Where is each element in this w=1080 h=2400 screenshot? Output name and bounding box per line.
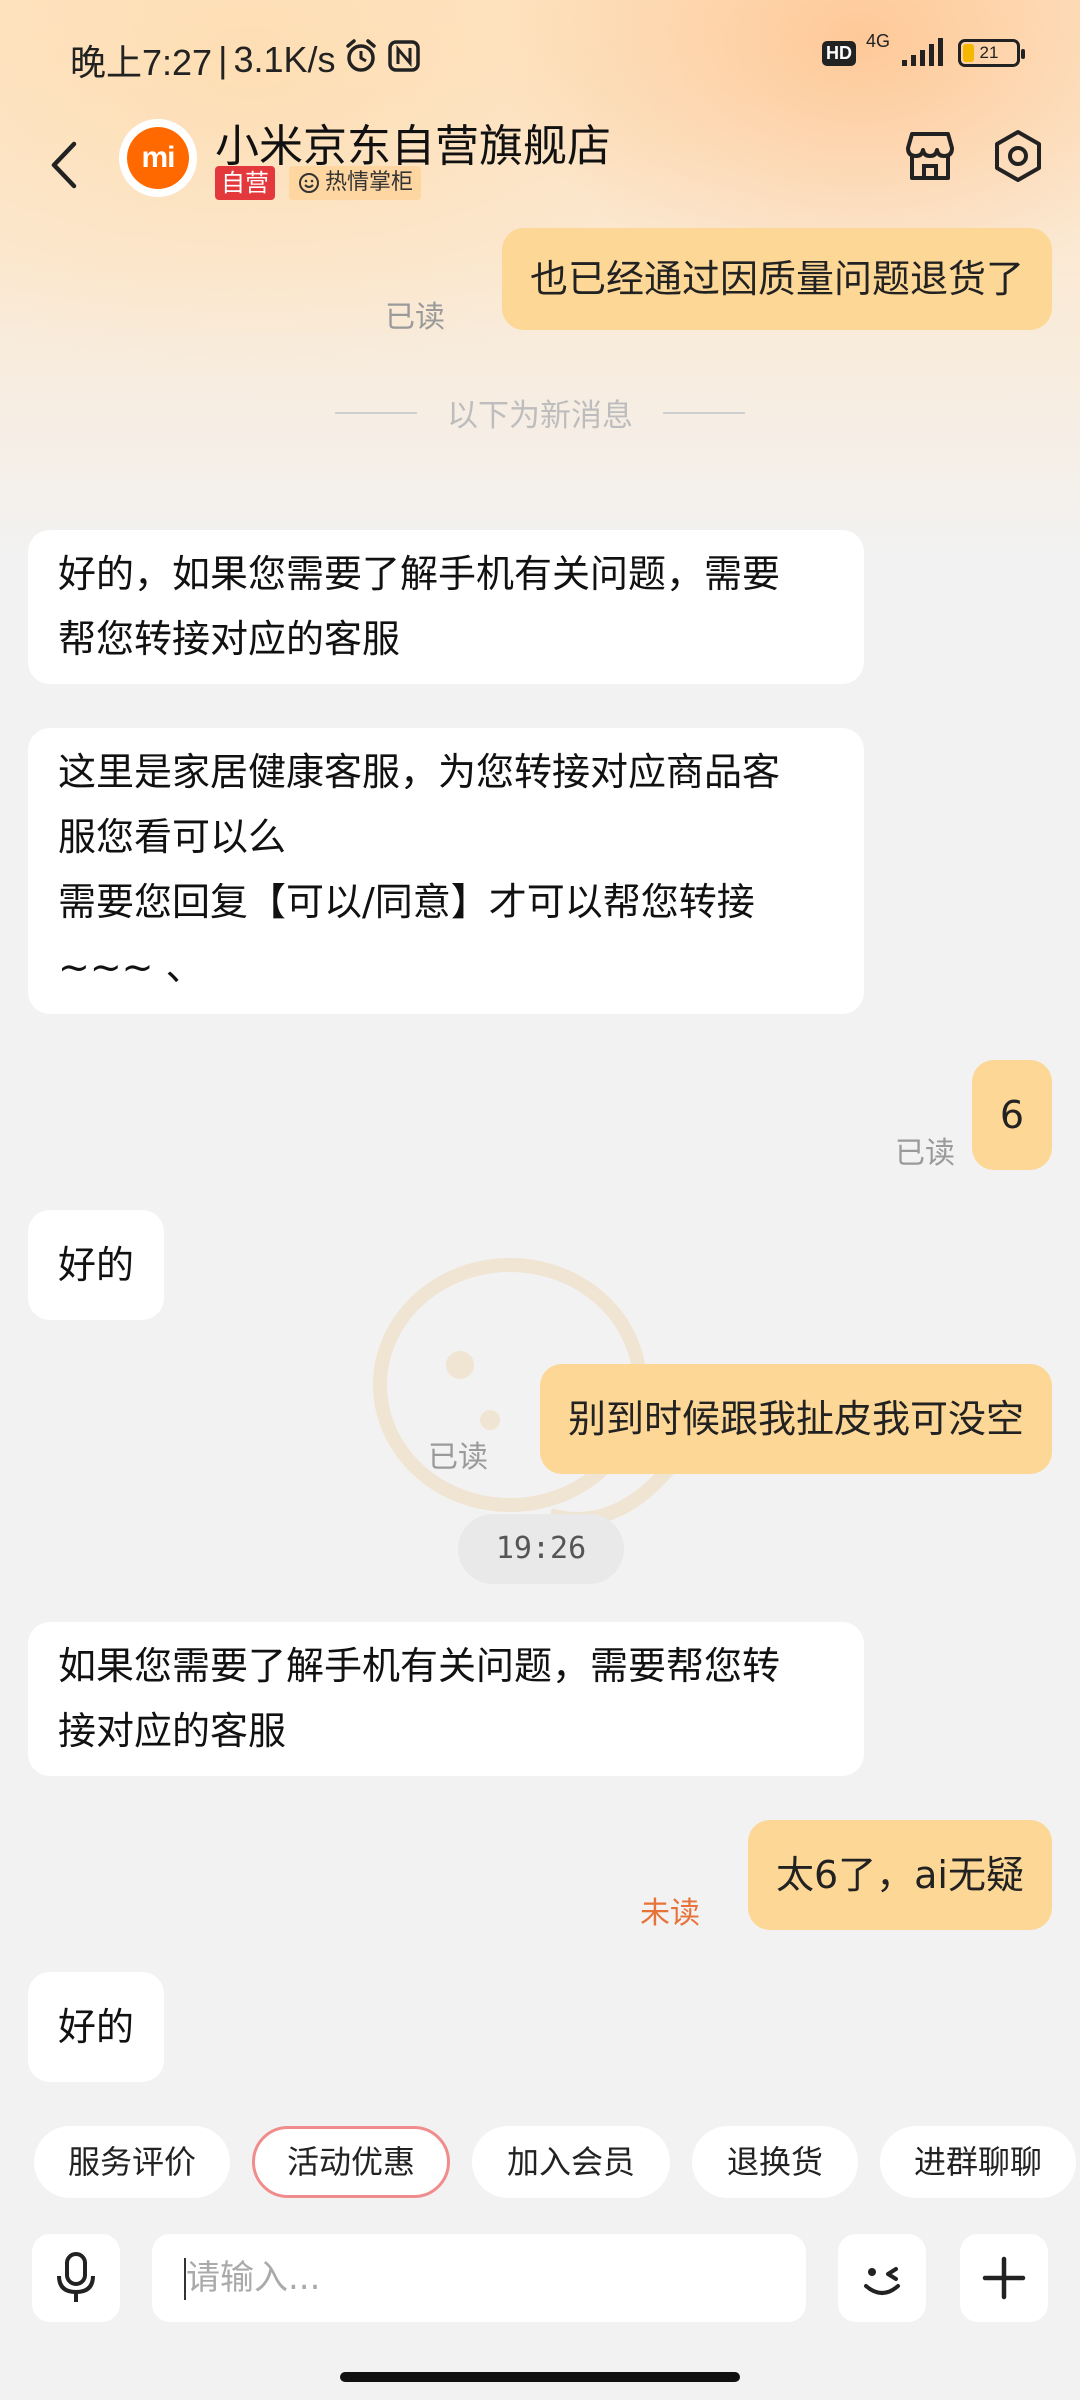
incoming-message[interactable]: 好的 — [28, 1972, 165, 2082]
input-placeholder: 请输入... — [186, 2258, 321, 2298]
emoji-button[interactable] — [838, 2234, 926, 2322]
store-avatar[interactable]: mi — [122, 122, 194, 194]
status-speed: 3.1K/s — [233, 39, 336, 80]
smile-badge-icon — [299, 173, 319, 193]
status-bar: 晚上7:27 | 3.1K/s HD 4G 21 — [0, 0, 1080, 110]
new-messages-divider: 以下为新消息 — [0, 390, 1080, 435]
incoming-message[interactable]: 这里是家居健康客服，为您转接对应商品客 服您看可以么 需要您回复【可以/同意】才… — [28, 728, 864, 1014]
quick-reply-join-group[interactable]: 进群聊聊 — [880, 2126, 1076, 2198]
quick-reply-service-review[interactable]: 服务评价 — [34, 2126, 230, 2198]
incoming-message[interactable]: 如果您需要了解手机有关问题，需要帮您转 接对应的客服 — [28, 1622, 864, 1776]
text-caret — [184, 2258, 186, 2300]
battery-icon: 21 — [958, 39, 1025, 67]
outgoing-message[interactable]: 6 — [972, 1060, 1052, 1170]
home-indicator[interactable] — [340, 2372, 740, 2382]
unread-status: 未读 — [640, 1896, 700, 1931]
quick-reply-return-exchange[interactable]: 退换货 — [692, 2126, 858, 2198]
store-button[interactable] — [900, 126, 960, 186]
alarm-icon — [342, 37, 380, 84]
outgoing-message[interactable]: 也已经通过因质量问题退货了 — [501, 228, 1052, 330]
store-tags: 自营 热情掌柜 — [215, 166, 422, 200]
quick-reply-join-member[interactable]: 加入会员 — [472, 2126, 670, 2198]
divider-label: 以下为新消息 — [447, 398, 633, 434]
enthusiastic-host-label: 热情掌柜 — [325, 170, 414, 195]
outgoing-message[interactable]: 太6了，ai无疑 — [747, 1820, 1052, 1930]
self-operated-tag: 自营 — [215, 166, 275, 200]
input-bar: 请输入... — [0, 2220, 1080, 2350]
more-button[interactable] — [960, 2234, 1048, 2322]
network-type: 4G — [865, 30, 890, 51]
timestamp: 19:26 — [458, 1514, 624, 1584]
outgoing-message[interactable]: 别到时候跟我扯皮我可没空 — [539, 1364, 1052, 1474]
quick-reply-bar: 服务评价 活动优惠 加入会员 退换货 进群聊聊 — [0, 2120, 1080, 2204]
settings-hexagon-icon — [995, 130, 1041, 182]
chevron-left-icon — [51, 141, 77, 189]
store-icon — [906, 132, 954, 180]
signal-icon — [900, 36, 948, 70]
incoming-message[interactable]: 好的，如果您需要了解手机有关问题，需要 帮您转接对应的客服 — [28, 530, 864, 684]
read-status: 已读 — [385, 300, 445, 335]
status-separator: | — [218, 39, 228, 80]
battery-level: 21 — [979, 43, 999, 62]
read-status: 已读 — [895, 1136, 955, 1171]
enthusiastic-host-tag: 热情掌柜 — [289, 166, 422, 200]
nfc-icon — [386, 38, 422, 83]
hd-badge: HD — [821, 40, 856, 66]
store-name[interactable]: 小米京东自营旗舰店 — [215, 110, 611, 174]
quick-reply-promotions[interactable]: 活动优惠 — [252, 2126, 450, 2198]
message-input[interactable]: 请输入... — [152, 2234, 806, 2322]
plus-icon — [982, 2256, 1026, 2300]
incoming-message[interactable]: 好的 — [28, 1210, 165, 1320]
settings-button[interactable] — [988, 126, 1048, 186]
wink-emoji-icon — [864, 2267, 900, 2295]
read-status: 已读 — [428, 1440, 488, 1475]
status-time: 晚上7:27 — [70, 42, 213, 83]
mi-logo: mi — [127, 127, 189, 189]
chat-header: mi 小米京东自营旗舰店 自营 热情掌柜 — [0, 110, 1080, 220]
back-button[interactable] — [40, 130, 90, 200]
microphone-icon — [57, 2252, 95, 2302]
voice-button[interactable] — [32, 2234, 120, 2322]
